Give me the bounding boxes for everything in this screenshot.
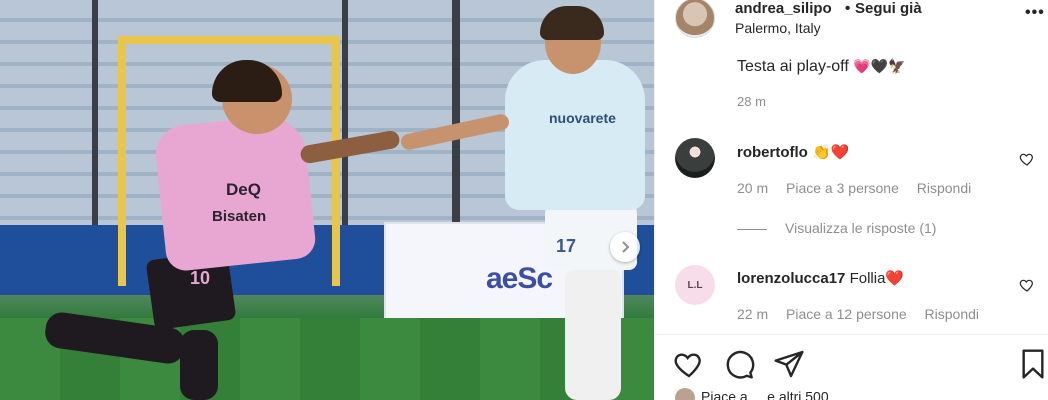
comment-body: robertoflo 👏❤️ [737, 143, 849, 161]
caption-timestamp: 28 m [737, 94, 766, 109]
post-caption: Testa ai play-off 💗🖤🦅 [737, 58, 906, 76]
view-replies-label: Visualizza le risposte (1) [785, 220, 937, 236]
comment-body: lorenzolucca17 Follia❤️ [737, 269, 904, 287]
comment-text: Follia❤️ [849, 270, 905, 287]
caption-emojis: 💗🖤🦅 [853, 58, 906, 74]
player-pink-sponsor-secondary: Bisaten [212, 208, 267, 225]
comment-text: 👏❤️ [812, 144, 850, 161]
send-icon[interactable] [773, 348, 805, 380]
player-blue-number: 17 [556, 236, 577, 256]
author-username[interactable]: andrea_silipo [735, 0, 832, 17]
post-photo[interactable]: aeSc DeQ Bisaten 10 nuovarete 17 [0, 0, 654, 400]
separator-dot: • [845, 0, 851, 17]
commenter-avatar[interactable] [675, 138, 715, 178]
player-pink-number: 10 [190, 268, 211, 288]
player-blue-jersey [505, 60, 645, 210]
comment-meta: 22 m Piace a 12 persone Rispondi [737, 306, 993, 322]
stand-pillar [452, 0, 460, 230]
comment-meta: 20 m Piace a 3 persone Rispondi [737, 180, 985, 196]
heart-icon[interactable] [1019, 151, 1035, 167]
post-side-panel: andrea_silipo • Segui già Palermo, Italy… [654, 0, 1048, 400]
following-button[interactable]: Segui già [855, 0, 922, 17]
commenter-avatar-initials: L.L [687, 279, 703, 291]
comment-time: 22 m [737, 306, 769, 322]
commenter-avatar[interactable]: L.L [675, 265, 715, 305]
post-header: andrea_silipo • Segui già Palermo, Italy… [655, 0, 1048, 46]
post-likes-text: Piace a ... e altri 500 [701, 388, 829, 400]
post-location[interactable]: Palermo, Italy [735, 20, 821, 36]
actions-divider [655, 334, 1048, 335]
player-pink-leg [180, 330, 218, 400]
post-likes-summary[interactable]: Piace a ... e altri 500 [675, 388, 829, 400]
comment-icon[interactable] [723, 348, 755, 380]
bookmark-icon[interactable] [1017, 348, 1048, 380]
stand-pillar [92, 0, 98, 230]
comment-likes-count[interactable]: Piace a 3 persone [786, 180, 899, 196]
comment-likes-count[interactable]: Piace a 12 persone [786, 306, 907, 322]
comment-time: 20 m [737, 180, 769, 196]
author-avatar[interactable] [675, 0, 715, 38]
commenter-username[interactable]: lorenzolucca17 [737, 270, 845, 287]
replies-dash [737, 228, 767, 230]
player-blue-sponsor: nuovarete [549, 110, 616, 126]
more-options-button[interactable]: ••• [1025, 4, 1045, 22]
advertising-board-text: aeSc [486, 262, 553, 295]
chevron-right-icon [622, 241, 630, 253]
player-blue-legs [565, 268, 621, 400]
next-photo-button[interactable] [610, 232, 640, 262]
stand-pillar [342, 0, 348, 230]
view-replies-button[interactable]: Visualizza le risposte (1) [737, 220, 936, 236]
player-pink-sponsor: DeQ [226, 180, 261, 199]
commenter-username[interactable]: robertoflo [737, 144, 808, 161]
caption-text: Testa ai play-off [737, 58, 849, 75]
post-actions-bar [655, 344, 1048, 384]
liker-avatar [675, 388, 695, 400]
heart-icon[interactable] [673, 348, 705, 380]
reply-button[interactable]: Rispondi [925, 306, 979, 322]
reply-button[interactable]: Rispondi [917, 180, 971, 196]
heart-icon[interactable] [1019, 277, 1035, 293]
